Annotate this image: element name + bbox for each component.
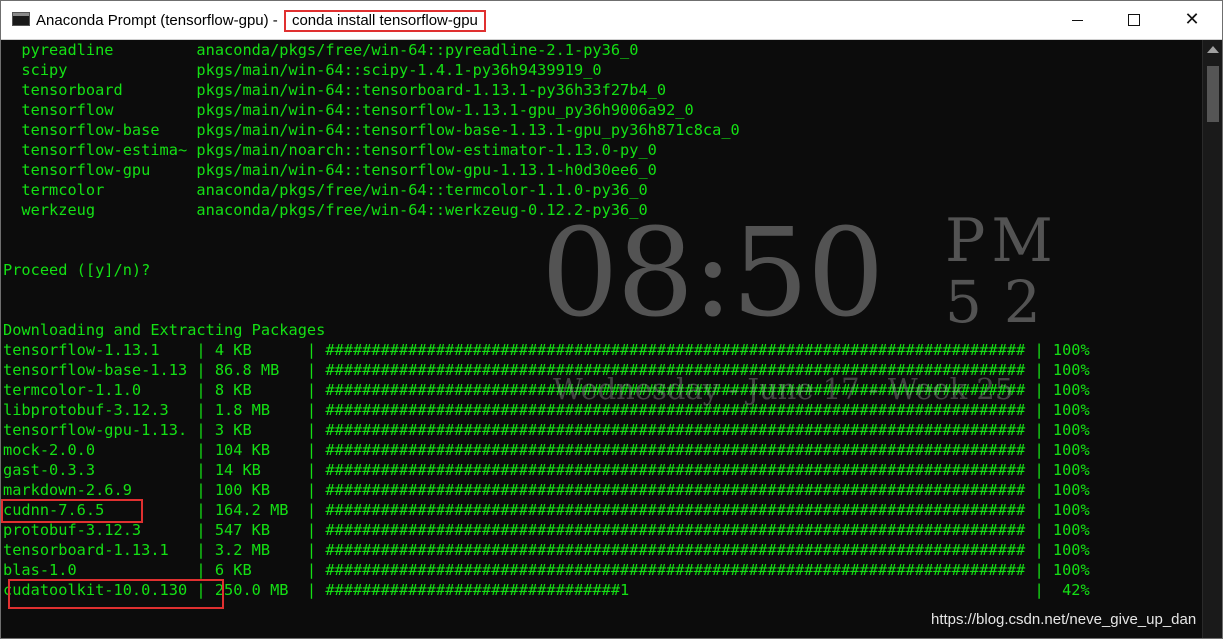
console-line: tensorflow-gpu pkgs/main/win-64::tensorf… <box>3 161 657 179</box>
clock-overlay-ampm: PM <box>945 206 1059 276</box>
download-progress-row: mock-2.0.0 | 104 KB | ##################… <box>3 441 1090 459</box>
maximize-button[interactable] <box>1106 1 1162 39</box>
terminal-app-icon <box>12 12 30 26</box>
anaconda-prompt-window: Anaconda Prompt (tensorflow-gpu) - conda… <box>0 0 1223 639</box>
clock-overlay-date: Wednesday - June 17 - Week 25 <box>553 372 1014 406</box>
download-progress-row: tensorboard-1.13.1 | 3.2 MB | ##########… <box>3 541 1090 559</box>
download-progress-row: tensorflow-gpu-1.13. | 3 KB | ##########… <box>3 421 1090 439</box>
clock-overlay-seconds: 52 <box>945 268 1063 336</box>
download-progress-row: cudnn-7.6.5 | 164.2 MB | ###############… <box>3 501 1090 519</box>
minimize-icon <box>1071 19 1083 21</box>
window-title: Anaconda Prompt (tensorflow-gpu) - conda… <box>36 10 486 32</box>
minimize-button[interactable] <box>1049 1 1105 39</box>
scroll-thumb[interactable] <box>1207 66 1219 122</box>
maximize-icon <box>1128 14 1140 26</box>
console-line: tensorflow-base pkgs/main/win-64::tensor… <box>3 121 740 139</box>
download-progress-row: markdown-2.6.9 | 100 KB | ##############… <box>3 481 1090 499</box>
console-line: tensorflow pkgs/main/win-64::tensorflow-… <box>3 101 694 119</box>
proceed-prompt: Proceed ([y]/n)? <box>3 261 151 279</box>
watermark-url: https://blog.csdn.net/neve_give_up_dan <box>931 611 1197 628</box>
close-icon: ✕ <box>1184 9 1200 30</box>
download-progress-row: blas-1.0 | 6 KB | ######################… <box>3 561 1090 579</box>
download-progress-row: protobuf-3.12.3 | 547 KB | #############… <box>3 521 1090 539</box>
download-progress-row: gast-0.3.3 | 14 KB | ###################… <box>3 461 1090 479</box>
console-line: tensorflow-estima~ pkgs/main/noarch::ten… <box>3 141 657 159</box>
title-bar[interactable]: Anaconda Prompt (tensorflow-gpu) - conda… <box>1 1 1222 40</box>
highlight-box-cudatoolkit <box>8 579 224 609</box>
console-line: termcolor anaconda/pkgs/free/win-64::ter… <box>3 181 648 199</box>
scroll-up-arrow-icon[interactable] <box>1207 46 1219 53</box>
console-line: pyreadline anaconda/pkgs/free/win-64::py… <box>3 41 639 59</box>
highlight-box-cudnn <box>1 499 143 523</box>
vertical-scrollbar[interactable] <box>1202 40 1222 638</box>
console-line: scipy pkgs/main/win-64::scipy-1.4.1-py36… <box>3 61 602 79</box>
close-button[interactable]: ✕ <box>1164 1 1220 39</box>
downloading-header: Downloading and Extracting Packages <box>3 321 326 339</box>
console-line: tensorboard pkgs/main/win-64::tensorboar… <box>3 81 667 99</box>
clock-overlay-time: 08:50 <box>541 202 885 344</box>
window-title-text: Anaconda Prompt (tensorflow-gpu) - <box>36 12 278 29</box>
window-title-command: conda install tensorflow-gpu <box>283 10 486 32</box>
